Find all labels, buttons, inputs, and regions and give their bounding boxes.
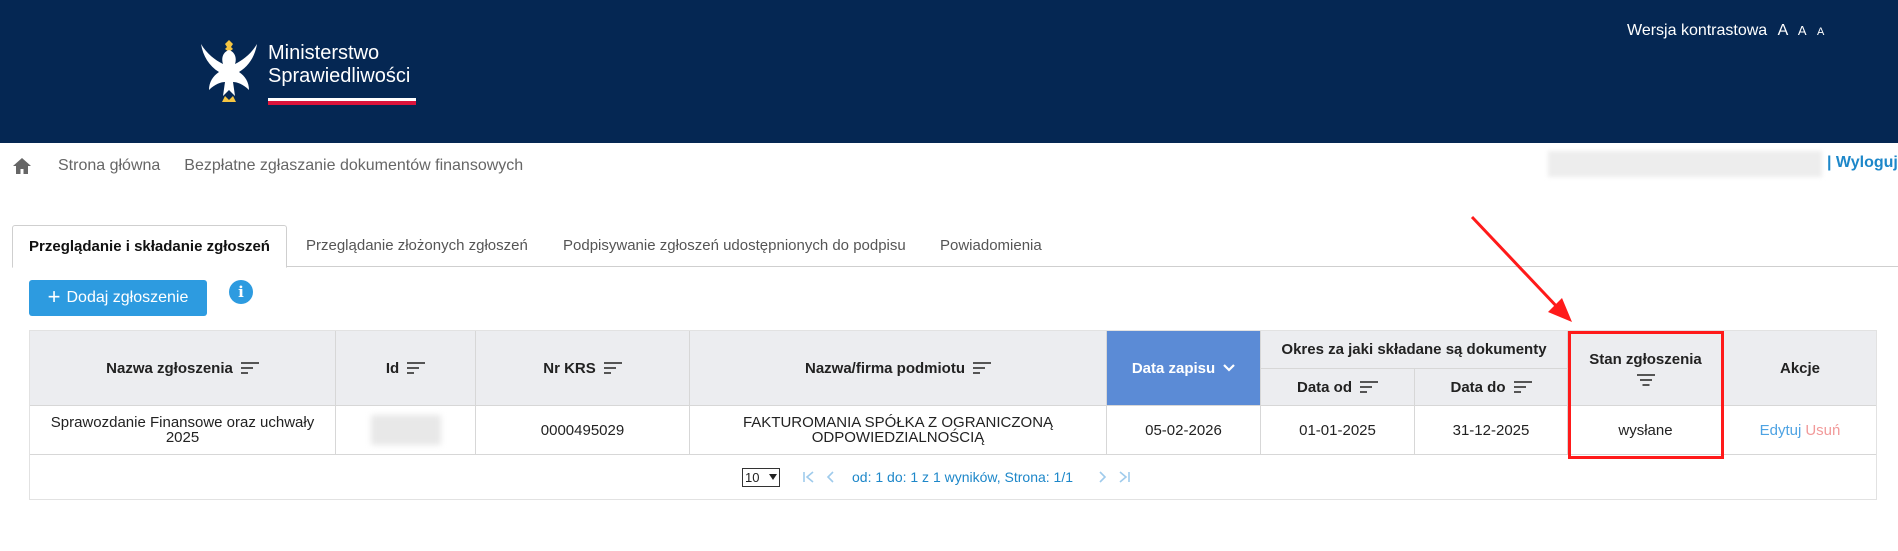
col-header-date-from-label: Data od	[1296, 378, 1352, 396]
logo-line1: Ministerstwo	[268, 42, 380, 64]
col-header-id[interactable]: Id	[336, 331, 476, 406]
col-header-entity-label: Nazwa/firma podmiotu	[804, 359, 965, 377]
chevron-down-icon	[769, 474, 777, 480]
tab-submitted[interactable]: Przeglądanie złożonych zgłoszeń	[306, 225, 528, 267]
col-header-name[interactable]: Nazwa zgłoszenia	[30, 331, 336, 406]
delete-link[interactable]: Usuń	[1805, 423, 1840, 438]
user-name-redacted	[1548, 151, 1822, 177]
sort-icon	[1360, 381, 1378, 393]
tab-signing[interactable]: Podpisywanie zgłoszeń udostępnionych do …	[563, 225, 906, 267]
add-submission-button[interactable]: + Dodaj zgłoszenie	[29, 280, 207, 316]
font-size-large-button[interactable]: A	[1778, 22, 1788, 39]
col-header-id-label: Id	[385, 359, 400, 377]
col-header-date-from[interactable]: Data od	[1261, 369, 1415, 406]
id-redacted	[370, 415, 441, 445]
eagle-emblem-icon	[201, 40, 257, 102]
col-header-krs[interactable]: Nr KRS	[476, 331, 690, 406]
logout-link[interactable]: | Wyloguj	[1827, 154, 1898, 172]
logo-line2: Sprawiedliwości	[268, 65, 411, 87]
cell-date-to: 31-12-2025	[1415, 406, 1568, 455]
cell-name: Sprawozdanie Finansowe oraz uchwały 2025	[30, 406, 336, 455]
annotation-arrow-icon	[1470, 215, 1572, 322]
pagination: 10 od: 1 do: 1 z 1 wyników, Strona: 1/1	[742, 466, 1131, 488]
col-header-entity[interactable]: Nazwa/firma podmiotu	[690, 331, 1107, 406]
page-size-value: 10	[745, 469, 760, 485]
col-header-saved-date[interactable]: Data zapisu	[1107, 331, 1261, 406]
tab-bar: Przeglądanie i składanie zgłoszeń Przegl…	[12, 225, 1898, 268]
flag-stripe	[268, 98, 416, 105]
ministry-name: Ministerstwo Sprawiedliwości	[268, 42, 410, 88]
accessibility-controls: Wersja kontrastowa A A A	[1627, 22, 1824, 40]
page-size-select[interactable]: 10	[742, 467, 780, 487]
next-page-icon[interactable]	[1095, 470, 1109, 484]
previous-page-icon[interactable]	[824, 470, 838, 484]
cell-id	[336, 406, 476, 455]
breadcrumb-current[interactable]: Bezpłatne zgłaszanie dokumentów finansow…	[184, 157, 523, 175]
tab-browse-submit[interactable]: Przeglądanie i składanie zgłoszeń	[12, 225, 287, 268]
edit-link[interactable]: Edytuj	[1760, 423, 1802, 438]
site-header: Ministerstwo Sprawiedliwości Wersja kont…	[0, 0, 1898, 143]
status-highlight-box	[1568, 331, 1724, 459]
contrast-version-link[interactable]: Wersja kontrastowa	[1627, 22, 1767, 39]
pagination-info: od: 1 do: 1 z 1 wyników, Strona: 1/1	[852, 469, 1074, 485]
breadcrumb: Strona główna Bezpłatne zgłaszanie dokum…	[12, 155, 523, 177]
sort-icon	[973, 362, 991, 374]
cell-actions: Edytuj Usuń	[1724, 406, 1876, 455]
sort-icon	[603, 362, 622, 374]
tab-notifications[interactable]: Powiadomienia	[940, 225, 1042, 267]
cell-entity: FAKTUROMANIA SPÓŁKA Z OGRANICZONĄ ODPOWI…	[690, 406, 1107, 455]
col-header-date-to-label: Data do	[1450, 378, 1506, 396]
chevron-down-icon	[1223, 364, 1235, 372]
font-size-medium-button[interactable]: A	[1798, 23, 1807, 38]
breadcrumb-home[interactable]: Strona główna	[58, 157, 160, 175]
col-header-period-group: Okres za jaki składane są dokumenty	[1261, 331, 1568, 369]
add-submission-label: Dodaj zgłoszenie	[66, 289, 189, 306]
col-header-date-to[interactable]: Data do	[1415, 369, 1568, 406]
col-header-krs-label: Nr KRS	[543, 359, 596, 377]
col-header-saved-date-label: Data zapisu	[1131, 359, 1216, 377]
col-header-actions: Akcje	[1724, 331, 1876, 406]
sort-icon	[1513, 381, 1532, 393]
sort-icon	[240, 362, 259, 374]
font-size-small-button[interactable]: A	[1817, 26, 1824, 38]
ministry-logo[interactable]: Ministerstwo Sprawiedliwości	[198, 36, 423, 108]
cell-saved-date: 05-02-2026	[1107, 406, 1261, 455]
cell-krs: 0000495029	[476, 406, 690, 455]
cell-date-from: 01-01-2025	[1261, 406, 1415, 455]
first-page-icon[interactable]	[802, 470, 816, 484]
last-page-icon[interactable]	[1117, 470, 1131, 484]
home-icon[interactable]	[12, 157, 32, 175]
sort-icon	[407, 362, 426, 374]
col-header-name-label: Nazwa zgłoszenia	[106, 359, 233, 377]
plus-icon: +	[47, 284, 61, 309]
info-icon[interactable]: i	[229, 280, 253, 304]
